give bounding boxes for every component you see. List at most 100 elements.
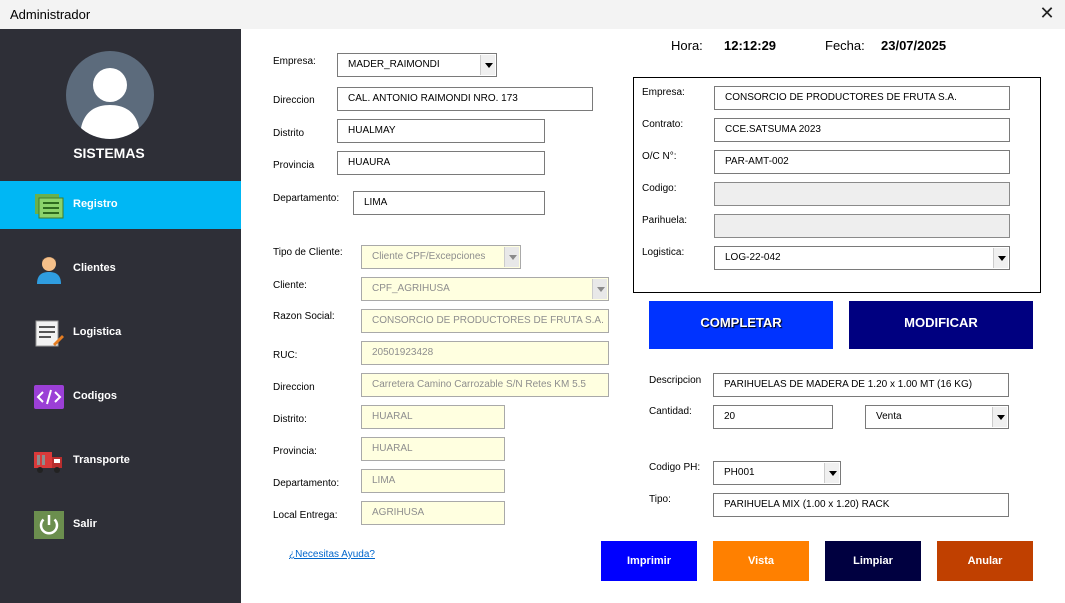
empresa-label: Empresa: [273, 56, 316, 67]
cliente-label: Cliente: [273, 280, 307, 291]
sidebar-item-label: Transporte [73, 454, 130, 466]
app-window: Administrador ✕ SISTEMAS Registro Client… [0, 0, 1065, 603]
ruc-label: RUC: [273, 350, 298, 361]
cliente-departamento-field[interactable]: LIMA [361, 469, 505, 493]
contrato-empresa-label: Empresa: [642, 87, 685, 98]
window-title: Administrador [10, 7, 91, 22]
ruc-field[interactable]: 20501923428 [361, 341, 609, 365]
chevron-down-icon[interactable] [824, 463, 839, 483]
registry-icon [35, 194, 64, 219]
code-icon [34, 385, 64, 409]
chevron-down-icon[interactable] [993, 248, 1008, 268]
field-value: Cliente CPF/Excepciones [372, 251, 486, 262]
direccion-label: Direccion [273, 95, 315, 106]
chevron-down-icon[interactable] [480, 55, 495, 75]
tipo-cliente-select[interactable]: Cliente CPF/Excepciones [361, 245, 521, 269]
logistica-select[interactable]: LOG-22-042 [714, 246, 1010, 270]
tipo-label: Tipo: [649, 494, 671, 505]
codigo-ph-select[interactable]: PH001 [713, 461, 841, 485]
cliente-departamento-label: Departamento: [273, 478, 340, 489]
user-role-label: SISTEMAS [73, 145, 145, 161]
field-value: 20501923428 [372, 347, 434, 358]
field-value: Carretera Camino Carrozable S/N Retes KM… [372, 379, 586, 390]
field-value: Venta [876, 411, 902, 422]
oc-field[interactable]: PAR-AMT-002 [714, 150, 1010, 174]
cliente-provincia-field[interactable]: HUARAL [361, 437, 505, 461]
contrato-field[interactable]: CCE.SATSUMA 2023 [714, 118, 1010, 142]
empresa-value: MADER_RAIMONDI [348, 59, 440, 70]
help-link[interactable]: ¿Necesitas Ayuda? [289, 549, 375, 560]
empresa-provincia-field[interactable]: HUAURA [337, 151, 545, 175]
field-value: CPF_AGRIHUSA [372, 283, 450, 294]
sidebar-item-transporte[interactable]: Transporte [0, 437, 241, 485]
field-value: CAL. ANTONIO RAIMONDI NRO. 173 [348, 93, 518, 104]
sidebar-item-codigos[interactable]: Codigos [0, 373, 241, 421]
vista-button[interactable]: Vista [713, 541, 809, 581]
sidebar-item-label: Clientes [73, 262, 116, 274]
empresa-departamento-field[interactable]: LIMA [353, 191, 545, 215]
contrato-label: Contrato: [642, 119, 684, 130]
avatar [66, 51, 154, 139]
sidebar-item-logistica[interactable]: Logistica [0, 309, 241, 357]
field-value: HUAURA [348, 157, 391, 168]
title-bar: Administrador ✕ [0, 0, 1065, 29]
modificar-button[interactable]: MODIFICAR [849, 301, 1033, 349]
sidebar-item-clientes[interactable]: Clientes [0, 245, 241, 293]
sidebar-item-registro[interactable]: Registro [0, 181, 241, 229]
chevron-down-icon[interactable] [504, 247, 519, 267]
field-value: HUARAL [372, 443, 413, 454]
cliente-direccion-label: Direccion [273, 382, 315, 393]
field-value: PARIHUELA MIX (1.00 x 1.20) RACK [724, 499, 890, 510]
empresa-direccion-field[interactable]: CAL. ANTONIO RAIMONDI NRO. 173 [337, 87, 593, 111]
sidebar-item-label: Logistica [73, 326, 122, 338]
tipo-venta-select[interactable]: Venta [865, 405, 1009, 429]
local-entrega-label: Local Entrega: [273, 510, 338, 521]
completar-button[interactable]: COMPLETAR [649, 301, 833, 349]
chevron-down-icon[interactable] [592, 279, 607, 299]
cliente-direccion-field[interactable]: Carretera Camino Carrozable S/N Retes KM… [361, 373, 609, 397]
anular-button[interactable]: Anular [937, 541, 1033, 581]
logistica-label: Logistica: [642, 247, 685, 258]
empresa-select[interactable]: MADER_RAIMONDI [337, 53, 497, 77]
sidebar-item-salir[interactable]: Salir [0, 501, 241, 549]
sidebar-item-label: Codigos [73, 390, 117, 402]
fecha-value: 23/07/2025 [881, 38, 947, 53]
tipo-cliente-label: Tipo de Cliente: [273, 247, 343, 258]
empresa-distrito-field[interactable]: HUALMAY [337, 119, 545, 143]
field-value: CONSORCIO DE PRODUCTORES DE FRUTA S.A. [725, 92, 957, 103]
contrato-empresa-field[interactable]: CONSORCIO DE PRODUCTORES DE FRUTA S.A. [714, 86, 1010, 110]
distrito-label: Distrito [273, 128, 305, 139]
cliente-select[interactable]: CPF_AGRIHUSA [361, 277, 609, 301]
razon-social-label: Razon Social: [273, 311, 335, 322]
cliente-distrito-field[interactable]: HUARAL [361, 405, 505, 429]
cliente-distrito-label: Distrito: [273, 414, 307, 425]
razon-social-field[interactable]: CONSORCIO DE PRODUCTORES DE FRUTA S.A. [361, 309, 609, 333]
tipo-field[interactable]: PARIHUELA MIX (1.00 x 1.20) RACK [713, 493, 1009, 517]
field-value: HUARAL [372, 411, 413, 422]
field-value: 20 [724, 411, 736, 422]
codigo-ph-label: Codigo PH: [649, 462, 701, 473]
sidebar-item-label: Salir [73, 518, 97, 530]
cantidad-label: Cantidad: [649, 406, 692, 417]
departamento-label: Departamento: [273, 193, 340, 204]
close-icon[interactable]: ✕ [1037, 3, 1057, 23]
descripcion-field[interactable]: PARIHUELAS DE MADERA DE 1.20 x 1.00 MT (… [713, 373, 1009, 397]
truck-icon [34, 452, 62, 473]
limpiar-button[interactable]: Limpiar [825, 541, 921, 581]
field-value: HUALMAY [348, 125, 396, 136]
chevron-down-icon[interactable] [992, 407, 1007, 427]
logistics-icon [35, 320, 64, 347]
fecha-label: Fecha: [825, 38, 865, 53]
parihuela-field[interactable] [714, 214, 1010, 238]
local-entrega-field[interactable]: AGRIHUSA [361, 501, 505, 525]
user-silhouette-icon [80, 68, 140, 139]
field-value: PH001 [724, 467, 755, 478]
oc-label: O/C N°: [642, 151, 677, 162]
codigo-label: Codigo: [642, 183, 677, 194]
field-value: LOG-22-042 [725, 252, 781, 263]
imprimir-button[interactable]: Imprimir [601, 541, 697, 581]
codigo-field[interactable] [714, 182, 1010, 206]
field-value: PAR-AMT-002 [725, 156, 789, 167]
cantidad-field[interactable]: 20 [713, 405, 833, 429]
hora-label: Hora: [671, 38, 703, 53]
